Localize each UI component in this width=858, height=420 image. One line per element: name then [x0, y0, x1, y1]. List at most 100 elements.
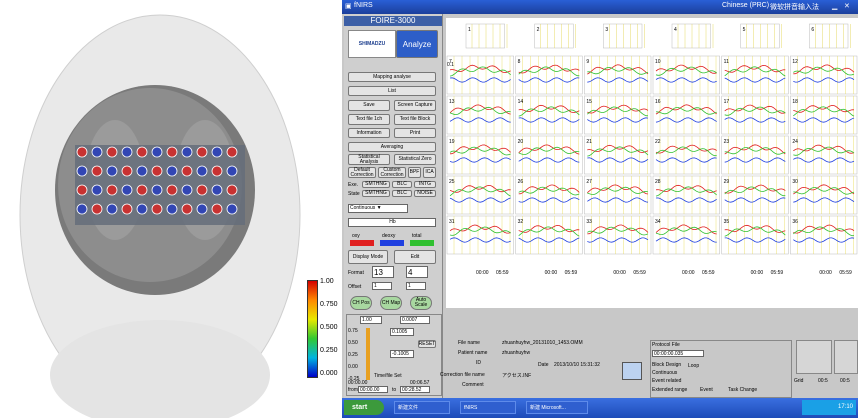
text-file-1ch-button[interactable]: Text file 1ch [348, 114, 390, 125]
control-panel: FOIRE-3000 SHIMADZU Analyze Mapping anal… [344, 14, 443, 398]
channel-plot[interactable] [721, 175, 789, 215]
range-d-field[interactable]: -0.1005 [390, 350, 414, 358]
channel-plot[interactable] [721, 95, 789, 135]
offset-y-field[interactable]: 1 [406, 282, 426, 290]
range-c-field[interactable]: 0.1005 [390, 328, 414, 336]
exec-blc-toggle[interactable]: BLC [392, 181, 412, 188]
check-task-change[interactable]: Task Change [728, 387, 757, 393]
channel-plot[interactable] [671, 23, 711, 49]
list-button[interactable]: List [348, 86, 436, 96]
channel-plot[interactable] [790, 135, 858, 175]
channel-plot[interactable] [446, 175, 514, 215]
check-event[interactable]: Event [700, 387, 713, 393]
statistical-zero-button[interactable]: Statistical Zero [394, 154, 436, 165]
taskbar-item[interactable]: fNIRS [460, 401, 516, 414]
total-color-button[interactable] [410, 240, 434, 246]
channel-plot[interactable] [584, 95, 652, 135]
ica-button[interactable]: ICA [423, 167, 436, 178]
signal-select[interactable]: Hb [348, 218, 436, 227]
channel-plot[interactable] [790, 175, 858, 215]
mode-select[interactable]: Continuous ▼ [348, 204, 408, 213]
statistical-analysis-button[interactable]: Statistical Analysis [348, 154, 390, 165]
option-event-related[interactable]: Event related [652, 378, 681, 384]
averaging-button[interactable]: Averaging [348, 142, 436, 152]
channel-plot[interactable] [652, 215, 720, 255]
channel-plot[interactable] [515, 95, 583, 135]
channel-plot[interactable] [584, 55, 652, 95]
format-rows-field[interactable]: 13 [372, 266, 394, 278]
start-button[interactable]: start [344, 400, 384, 415]
custom-correction-button[interactable]: Custom Correction [378, 167, 406, 178]
start-time-field[interactable]: 00:00.00 [358, 386, 388, 393]
exec-intg-toggle[interactable]: INTG [414, 181, 436, 188]
channel-label: 8 [518, 59, 521, 65]
channel-plot[interactable] [790, 215, 858, 255]
channel-plot[interactable] [721, 55, 789, 95]
channel-plot[interactable] [446, 215, 514, 255]
exec-smoothing-toggle[interactable]: SMTHNG [362, 181, 390, 188]
channel-plot[interactable] [584, 135, 652, 175]
title-bar[interactable]: ▣ fNIRS Chinese (PRC) 微软拼音输入法 ▁ ✕ [342, 0, 858, 14]
channel-plot[interactable] [790, 55, 858, 95]
tray-ime[interactable]: 微软拼音输入法 [770, 2, 819, 12]
channel-plot[interactable] [652, 135, 720, 175]
analyze-button[interactable]: Analyze [396, 30, 438, 58]
channel-plot[interactable] [446, 95, 514, 135]
tray-language[interactable]: Chinese (PRC) [722, 2, 769, 9]
optode-marker [91, 184, 103, 196]
channel-plot[interactable] [515, 175, 583, 215]
channel-plot[interactable] [465, 23, 505, 49]
option-block-design[interactable]: Block Design [652, 362, 681, 368]
mapping-analyse-button[interactable]: Mapping analyse [348, 72, 436, 82]
print-button[interactable]: Print [394, 128, 436, 138]
channel-plot[interactable] [790, 95, 858, 135]
grid-value-2[interactable]: 00:5 [840, 378, 850, 384]
channel-plot[interactable] [446, 135, 514, 175]
display-mode-button[interactable]: Display Mode [348, 250, 388, 264]
end-time-field[interactable]: 00:28.52 [400, 386, 430, 393]
optode-marker [181, 146, 193, 158]
channel-label: 13 [449, 99, 455, 105]
channel-plot[interactable] [721, 215, 789, 255]
taskbar-item[interactable]: 新建 Microsoft... [526, 401, 588, 414]
deoxy-color-button[interactable] [380, 240, 404, 246]
offset-x-field[interactable]: 1 [372, 282, 392, 290]
taskbar-item[interactable]: 新建文件 [394, 401, 450, 414]
grid-label: Grid [794, 378, 804, 384]
channel-plot[interactable] [740, 23, 780, 49]
information-button[interactable]: Information [348, 128, 390, 138]
grid-value-1[interactable]: 00:5 [818, 378, 828, 384]
bpf-button[interactable]: BPF [408, 167, 421, 178]
minimize-icon[interactable]: ▁ [832, 2, 837, 10]
default-correction-button[interactable]: Default Correction [348, 167, 376, 178]
channel-plot[interactable] [721, 135, 789, 175]
channel-plot[interactable] [652, 55, 720, 95]
scale-reset-button[interactable]: RESET [418, 340, 436, 348]
screen-capture-button[interactable]: Screen Capture [394, 100, 436, 111]
channel-plot[interactable] [515, 215, 583, 255]
channel-plot[interactable] [584, 175, 652, 215]
channel-plot[interactable] [515, 135, 583, 175]
scale-slider[interactable] [366, 328, 370, 380]
close-icon[interactable]: ✕ [844, 2, 850, 10]
channel-plot[interactable] [515, 55, 583, 95]
option-continuous[interactable]: Continuous [652, 370, 677, 376]
text-file-block-button[interactable]: Text file Block [394, 114, 436, 125]
edit-button[interactable]: Edit [394, 250, 436, 264]
channel-plot[interactable] [652, 95, 720, 135]
auto-scale-button[interactable]: Auto Scale [410, 296, 432, 310]
protocol-field[interactable]: 00:00:00.035 [652, 350, 704, 357]
range-b-field[interactable]: 0.0007 [400, 316, 430, 324]
oxy-color-button[interactable] [350, 240, 374, 246]
range-a-field[interactable]: 1.00 [360, 316, 382, 324]
save-button[interactable]: Save [348, 100, 390, 111]
channel-plot[interactable] [446, 55, 514, 95]
check-extended-range[interactable]: Extended range [652, 387, 687, 393]
channel-plot[interactable] [652, 175, 720, 215]
format-cols-field[interactable]: 4 [406, 266, 428, 278]
file-icon[interactable] [622, 362, 642, 380]
channel-plot[interactable] [603, 23, 643, 49]
ch-map-button[interactable]: CH Map [380, 296, 402, 310]
channel-plot[interactable] [584, 215, 652, 255]
ch-pos-button[interactable]: CH Pos [350, 296, 372, 310]
